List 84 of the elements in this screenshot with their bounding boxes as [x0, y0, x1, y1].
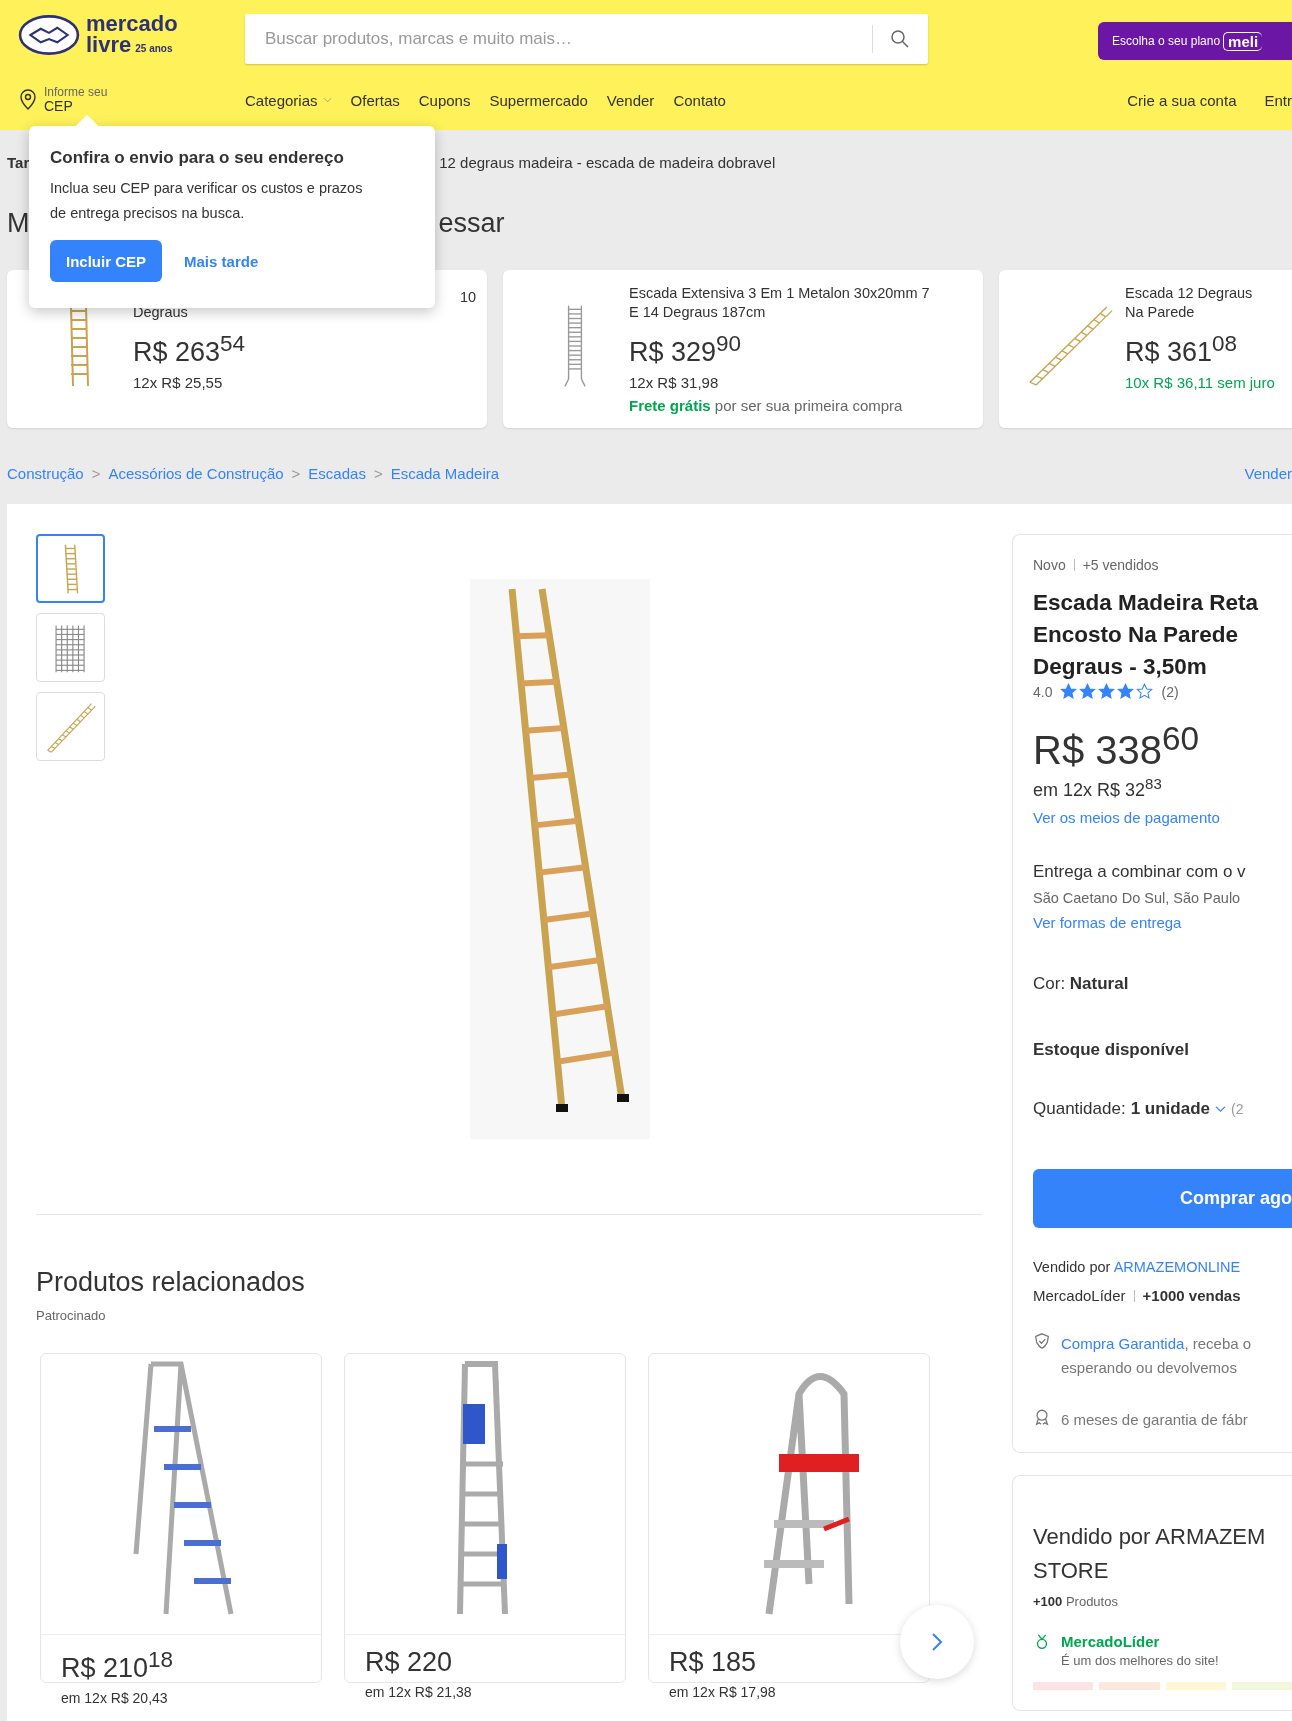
- section-heading: essar: [438, 207, 505, 239]
- product-price: R$ 220: [365, 1647, 454, 1678]
- thumbnail[interactable]: [36, 534, 105, 603]
- delivery-text: Entrega a combinar com o v: [1033, 862, 1247, 883]
- breadcrumb-separator: >: [91, 464, 101, 482]
- sales-count: +1000 vendas: [1142, 1287, 1241, 1305]
- installments-text: em 12x R$ 21,38: [365, 1684, 473, 1700]
- stock-text: Estoque disponível: [1033, 1040, 1190, 1061]
- color-text: Cor: Natural: [1033, 974, 1130, 995]
- benefit-text: 6 meses de garantia de fábr: [1061, 1410, 1248, 1431]
- review-count: (2): [1161, 683, 1179, 700]
- plan-promo-button[interactable]: Escolha o seu plano meli: [1098, 22, 1292, 60]
- location-label[interactable]: CEP: [44, 98, 108, 115]
- logo-text: livre: [86, 35, 132, 56]
- installments-text: 12x R$ 25,55: [133, 374, 224, 391]
- medal-icon: [1033, 1408, 1051, 1427]
- product-title: 10: [460, 288, 477, 307]
- installments-text: em 12x R$ 17,98: [669, 1684, 777, 1700]
- product-title: Escada 12 Degraus: [1125, 284, 1254, 303]
- include-cep-button[interactable]: Incluir CEP: [50, 240, 163, 282]
- seller-text: Vendido por ARMAZEMONLINE: [1033, 1259, 1242, 1276]
- related-search-link[interactable]: 12 degraus madeira - escada de madeira dobravel: [439, 153, 776, 171]
- product-title: Escada Extensiva 3 Em 1 Metalon 30x20mm 7: [629, 284, 931, 303]
- leader-label: MercadoLíder: [1061, 1633, 1161, 1651]
- seller-link[interactable]: ARMAZEMONLINE: [1113, 1259, 1241, 1276]
- section-heading: Produtos relacionados: [36, 1267, 306, 1298]
- installments-text: 10x R$ 36,11 sem juro: [1125, 374, 1276, 391]
- related-searches-label: Tar: [7, 153, 30, 171]
- sold-count: +5 vendidos: [1082, 557, 1159, 573]
- guarantee-link[interactable]: Compra Garantida: [1061, 1335, 1185, 1353]
- nav-link[interactable]: Vender: [606, 91, 655, 109]
- nav-link[interactable]: Supermercado: [489, 91, 588, 109]
- installments-text: em 12x R$ 32$^{83}$: [1033, 775, 1163, 802]
- nav-link[interactable]: Cupons: [418, 91, 471, 109]
- payment-methods-link[interactable]: Ver os meios de pagamento: [1033, 809, 1292, 827]
- quantity-label: Quantidade:: [1033, 1099, 1126, 1120]
- shipping-text: Frete grátis por ser sua primeira compra: [629, 397, 904, 414]
- quantity-selector[interactable]: 1 unidade: [1130, 1099, 1226, 1120]
- account-link[interactable]: Crie a sua conta: [1127, 91, 1237, 109]
- leader-label: MercadoLíder: [1033, 1287, 1126, 1305]
- nav-link[interactable]: Contato: [673, 91, 726, 109]
- product-title: Degraus: [133, 303, 189, 322]
- product-title: Na Parede: [1125, 303, 1196, 322]
- seller-title: Vendido por ARMAZEM STORE: [1033, 1523, 1267, 1586]
- chevron-right-icon: [931, 1631, 943, 1653]
- breadcrumb-separator: >: [291, 464, 301, 482]
- product-card[interactable]: Escada 12 Degraus Na Parede R$ 361$^{08}$ 10x R$ 36,11 sem juro: [999, 270, 1292, 428]
- section-heading: M: [7, 207, 30, 239]
- product-price: R$ 338$^{60}$: [1033, 719, 1201, 774]
- shield-check-icon: [1033, 1332, 1051, 1351]
- popup-title: Confira o envio para o seu endereço: [50, 148, 345, 168]
- badge-note: É um dos melhores do site!: [1061, 1653, 1219, 1669]
- location-pin-icon[interactable]: [18, 88, 38, 112]
- chevron-down-icon: [1215, 1105, 1226, 1113]
- location-hint[interactable]: Informe seu: [44, 85, 108, 99]
- search-field[interactable]: Buscar produtos, marcas e muito mais…: [245, 14, 928, 64]
- nav-link[interactable]: Categorias: [245, 91, 332, 109]
- installments-text: em 12x R$ 20,43: [61, 1690, 169, 1706]
- anniversary-label: 25 anos: [135, 44, 173, 54]
- logo-text: mercado: [86, 14, 178, 35]
- product-price: R$ 329$^{90}$: [629, 330, 743, 369]
- product-price: R$ 185: [669, 1647, 758, 1678]
- available-note: (2: [1231, 1101, 1244, 1118]
- buy-now-button[interactable]: Comprar ago: [1033, 1169, 1292, 1229]
- popup-text: Inclua seu CEP para verificar os custos e prazos de entrega precisos na busca.: [50, 179, 364, 223]
- caret-icon: [322, 97, 332, 103]
- delivery-options-link[interactable]: Ver formas de entrega: [1033, 914, 1292, 932]
- condition-text: Novo: [1033, 557, 1066, 573]
- product-price: R$ 361$^{08}$: [1125, 330, 1239, 369]
- nav-link[interactable]: Ofertas: [350, 91, 400, 109]
- product-title: E 14 Degraus 187cm: [629, 303, 767, 322]
- installments-text: 12x R$ 31,98: [629, 374, 720, 391]
- product-price: R$ 263$^{54}$: [133, 330, 247, 369]
- search-icon[interactable]: [890, 29, 910, 49]
- rating-value: 4.0: [1033, 683, 1053, 700]
- seller-location: São Caetano Do Sul, São Paulo: [1033, 890, 1242, 907]
- product-price: R$ 210$^{18}$: [61, 1647, 175, 1684]
- products-count: +100 Produtos: [1033, 1594, 1119, 1610]
- product-card[interactable]: Escada Extensiva 3 Em 1 Metalon 30x20mm 7 E 14 Degraus 187cm R$ 329$^{90}$ 12x R$ 31,98 Frete grátis por ser sua primeira compra: [503, 270, 983, 428]
- sponsored-label: Patrocinado: [36, 1308, 107, 1323]
- account-link[interactable]: Entr: [1264, 91, 1292, 109]
- product-title: Escada Madeira Reta Encosto Na Parede Degraus - 3,50m: [1033, 589, 1260, 681]
- breadcrumb-separator: >: [373, 464, 383, 482]
- benefit-text: Compra Garantida, receba o esperando ou devolvemos: [1061, 1334, 1252, 1379]
